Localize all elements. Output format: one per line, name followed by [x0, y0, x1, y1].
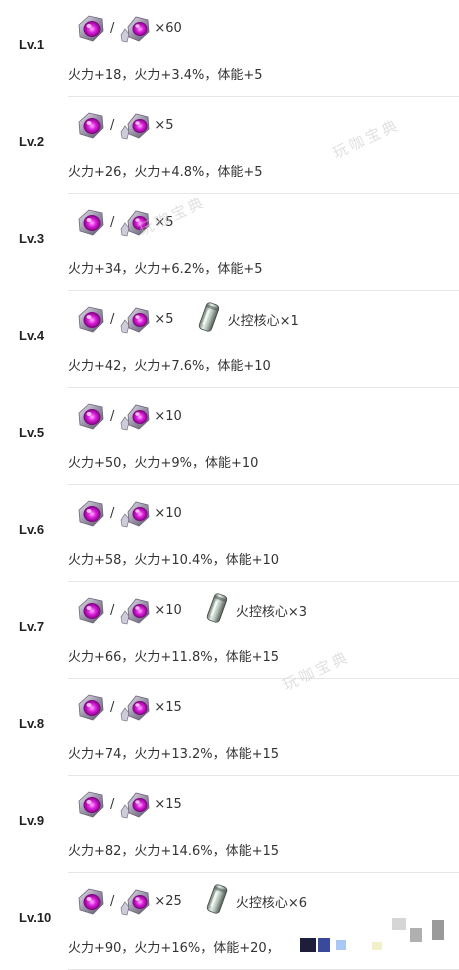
- level-row: Lv.7 / ×10 火控核心×3 火力+66，火力+11.8%，体能+15: [0, 582, 459, 679]
- material-count: ×10: [154, 505, 182, 521]
- purple-crystal-cluster-icon: [118, 108, 152, 142]
- materials: / ×5: [73, 204, 174, 240]
- level-row: Lv.1 / ×60 火力+18，火力+3.4%，体能+5: [0, 0, 459, 97]
- materials: / ×10: [73, 495, 182, 531]
- core-material: 火控核心×3: [204, 591, 307, 629]
- core-label: 火控核心×6: [235, 895, 307, 911]
- level-label: Lv.3: [19, 231, 45, 246]
- separator: /: [110, 796, 115, 812]
- purple-gem-icon: [73, 399, 107, 433]
- materials: / ×25 火控核心×6: [73, 883, 307, 919]
- level-label: Lv.4: [19, 328, 45, 343]
- stat-bonus: 火力+90，火力+16%，体能+20，: [68, 941, 280, 956]
- pixelated-overlay: [372, 942, 382, 950]
- separator: /: [110, 311, 115, 327]
- stat-bonus: 火力+18，火力+3.4%，体能+5: [68, 68, 263, 83]
- separator: /: [110, 505, 115, 521]
- fire-control-core-icon: [204, 591, 230, 629]
- materials: / ×10 火控核心×3: [73, 592, 307, 628]
- stat-bonus: 火力+42，火力+7.6%，体能+10: [68, 359, 271, 374]
- core-material: 火控核心×6: [204, 882, 307, 920]
- purple-gem-icon: [73, 496, 107, 530]
- level-label: Lv.9: [19, 813, 45, 828]
- purple-crystal-cluster-icon: [118, 399, 152, 433]
- material-count: ×5: [154, 117, 174, 133]
- pixelated-overlay: [318, 938, 330, 952]
- material-count: ×15: [154, 699, 182, 715]
- purple-crystal-cluster-icon: [118, 302, 152, 336]
- stat-bonus: 火力+50，火力+9%，体能+10: [68, 456, 259, 471]
- core-label: 火控核心×3: [235, 604, 307, 620]
- materials: / ×60: [73, 10, 182, 46]
- fire-control-core-icon: [196, 300, 222, 338]
- separator: /: [110, 699, 115, 715]
- fire-control-core-icon: [204, 882, 230, 920]
- purple-crystal-cluster-icon: [118, 496, 152, 530]
- purple-gem-icon: [73, 11, 107, 45]
- stat-bonus: 火力+26，火力+4.8%，体能+5: [68, 165, 263, 180]
- materials: / ×15: [73, 689, 182, 725]
- level-row: Lv.4 / ×5 火控核心×1 火力+42，火力+7.6%，体能+10: [0, 291, 459, 388]
- pixelated-overlay: [336, 940, 346, 950]
- purple-gem-icon: [73, 593, 107, 627]
- separator: /: [110, 214, 115, 230]
- material-count: ×5: [154, 214, 174, 230]
- level-label: Lv.1: [19, 37, 45, 52]
- materials: / ×10: [73, 398, 182, 434]
- level-label: Lv.6: [19, 522, 45, 537]
- stat-bonus: 火力+66，火力+11.8%，体能+15: [68, 650, 280, 665]
- materials: / ×5: [73, 107, 174, 143]
- purple-gem-icon: [73, 884, 107, 918]
- level-row: Lv.8 / ×15 火力+74，火力+13.2%，体能+15: [0, 679, 459, 776]
- stat-bonus: 火力+82，火力+14.6%，体能+15: [68, 844, 280, 859]
- purple-gem-icon: [73, 690, 107, 724]
- core-label: 火控核心×1: [227, 313, 299, 329]
- level-label: Lv.10: [19, 910, 52, 925]
- purple-crystal-cluster-icon: [118, 205, 152, 239]
- level-label: Lv.7: [19, 619, 45, 634]
- purple-gem-icon: [73, 205, 107, 239]
- level-row: Lv.9 / ×15 火力+82，火力+14.6%，体能+15: [0, 776, 459, 873]
- level-row: Lv.3 / ×5 火力+34，火力+6.2%，体能+5: [0, 194, 459, 291]
- material-count: ×15: [154, 796, 182, 812]
- level-row: Lv.2 / ×5 火力+26，火力+4.8%，体能+5: [0, 97, 459, 194]
- material-count: ×5: [154, 311, 174, 327]
- material-count: ×25: [154, 893, 182, 909]
- pixelated-overlay: [432, 920, 444, 940]
- stat-bonus: 火力+74，火力+13.2%，体能+15: [68, 747, 280, 762]
- materials: / ×15: [73, 786, 182, 822]
- separator: /: [110, 602, 115, 618]
- separator: /: [110, 893, 115, 909]
- separator: /: [110, 117, 115, 133]
- level-label: Lv.2: [19, 134, 45, 149]
- core-material: 火控核心×1: [196, 300, 299, 338]
- material-count: ×10: [154, 602, 182, 618]
- purple-crystal-cluster-icon: [118, 787, 152, 821]
- material-count: ×60: [154, 20, 182, 36]
- pixelated-overlay: [410, 928, 422, 942]
- level-label: Lv.8: [19, 716, 45, 731]
- level-label: Lv.5: [19, 425, 45, 440]
- purple-crystal-cluster-icon: [118, 593, 152, 627]
- pixelated-overlay: [300, 938, 316, 952]
- separator: /: [110, 20, 115, 36]
- purple-gem-icon: [73, 787, 107, 821]
- stat-bonus: 火力+34，火力+6.2%，体能+5: [68, 262, 263, 277]
- pixelated-overlay: [392, 918, 406, 930]
- level-row: Lv.10 / ×25 火控核心×6 火力+90，火力+16%，体能+20，: [0, 873, 459, 970]
- purple-crystal-cluster-icon: [118, 884, 152, 918]
- purple-gem-icon: [73, 108, 107, 142]
- purple-crystal-cluster-icon: [118, 11, 152, 45]
- purple-crystal-cluster-icon: [118, 690, 152, 724]
- separator: /: [110, 408, 115, 424]
- materials: / ×5 火控核心×1: [73, 301, 299, 337]
- material-count: ×10: [154, 408, 182, 424]
- level-row: Lv.6 / ×10 火力+58，火力+10.4%，体能+10: [0, 485, 459, 582]
- level-row: Lv.5 / ×10 火力+50，火力+9%，体能+10: [0, 388, 459, 485]
- stat-bonus: 火力+58，火力+10.4%，体能+10: [68, 553, 280, 568]
- purple-gem-icon: [73, 302, 107, 336]
